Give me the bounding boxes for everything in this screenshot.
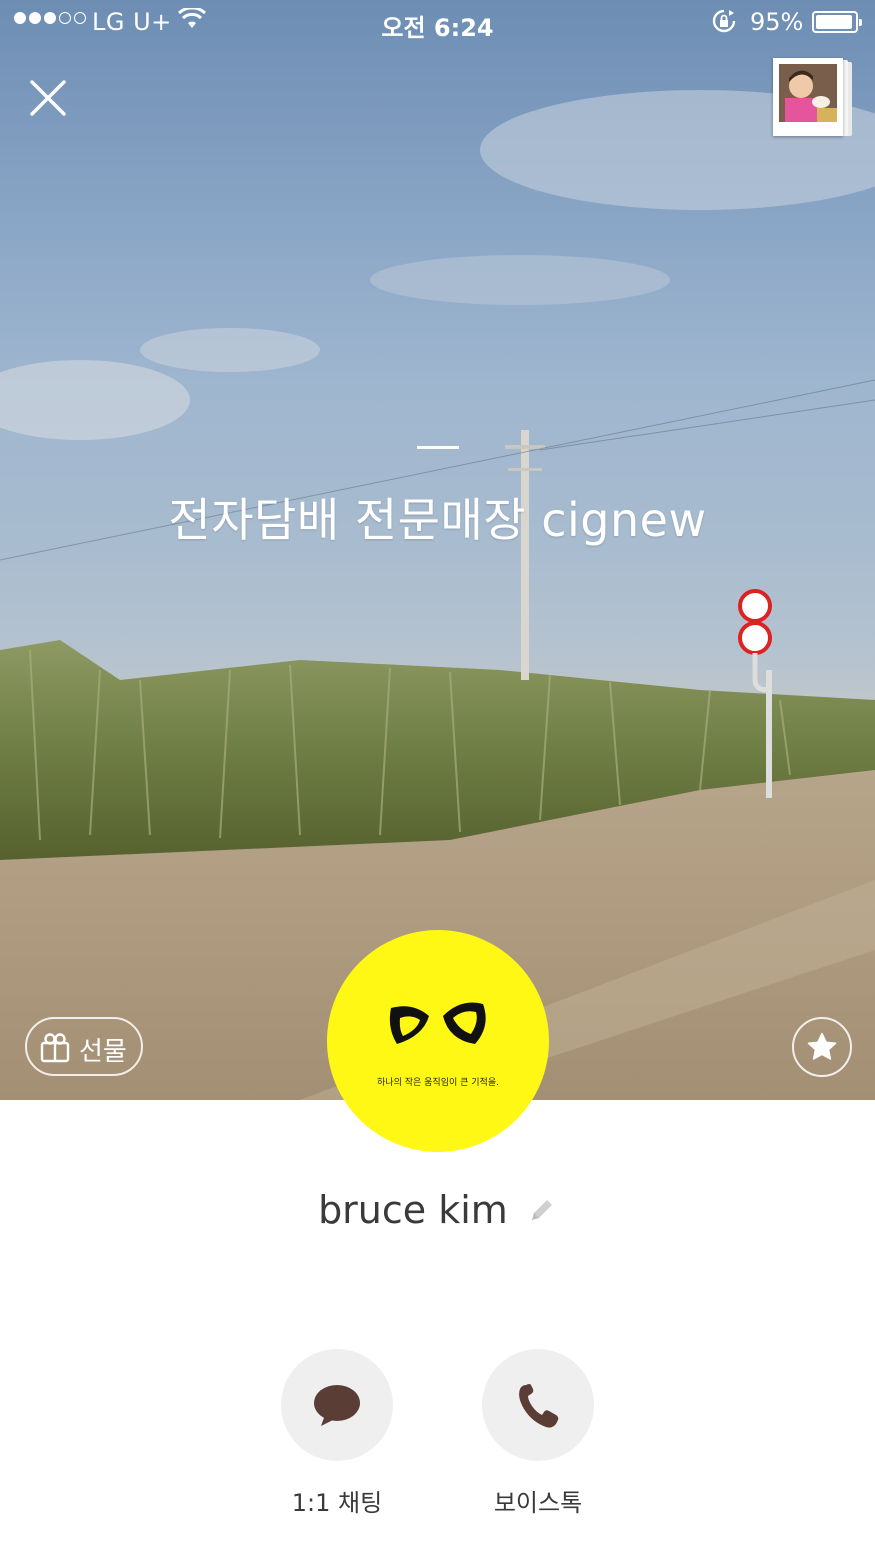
voice-talk-label: 보이스톡 [493,1489,583,1517]
album-thumbnail [773,58,843,136]
profile-avatar[interactable]: 하나의 작은 움직임이 큰 기적을. [327,930,549,1152]
phone-icon [519,1384,559,1428]
battery-icon [812,11,862,33]
status-message-divider [417,446,459,449]
rotation-lock-icon [712,9,736,33]
gift-icon [40,1033,70,1063]
pencil-icon[interactable] [527,1195,557,1225]
chat-button-circle [281,1349,393,1461]
profile-name-row: bruce kim [0,1188,875,1232]
gift-label: 선물 [79,1037,127,1067]
status-time: 오전 6:24 [381,14,494,42]
status-message[interactable]: 전자담배 전문매장 cignew [0,484,875,550]
star-icon [807,1032,837,1060]
voice-talk-button[interactable]: 보이스톡 [482,1349,594,1518]
chat-button[interactable]: 1:1 채팅 [281,1349,393,1518]
avatar-tagline: 하나의 작은 움직임이 큰 기적을. [377,1078,499,1088]
status-bar: LG U+ 오전 6:24 95% [0,0,875,44]
profile-photo-album-button[interactable] [772,58,856,140]
profile-name: bruce kim [318,1188,508,1232]
chat-label: 1:1 채팅 [291,1489,383,1517]
bow-tie-logo [389,1002,486,1044]
battery-percentage: 95% [750,8,804,36]
gift-button[interactable]: 선물 [25,1017,143,1076]
voice-talk-button-circle [482,1349,594,1461]
chat-bubble-icon [314,1385,360,1426]
favorite-button[interactable] [792,1017,852,1077]
close-icon[interactable] [26,76,70,120]
